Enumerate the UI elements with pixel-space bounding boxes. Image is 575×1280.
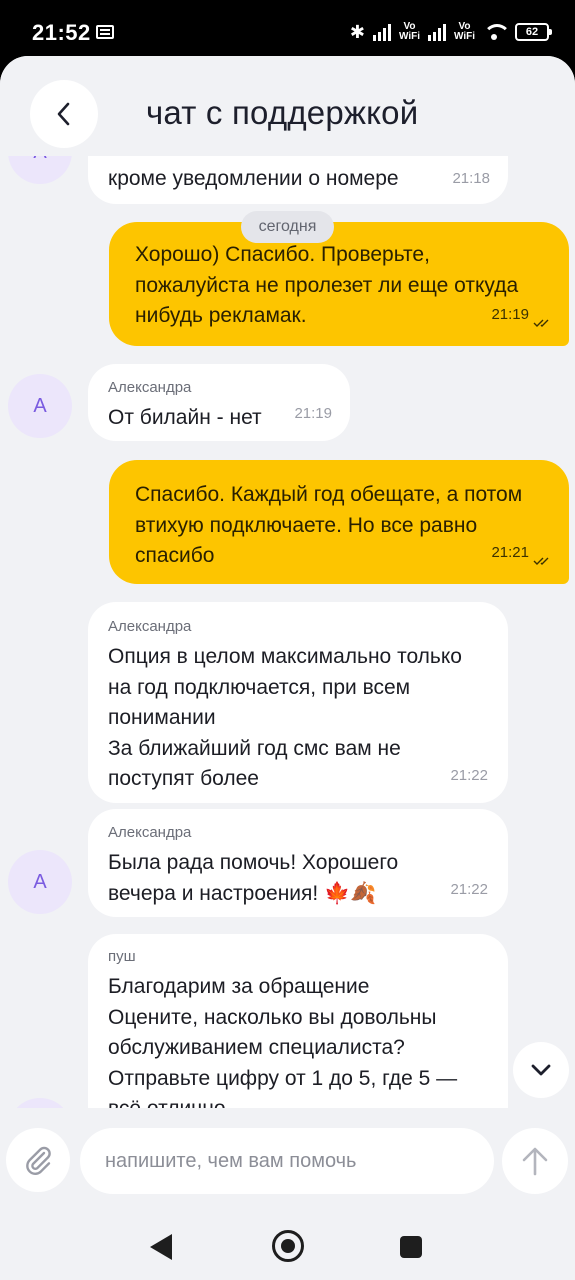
system-nav-bar — [0, 1206, 575, 1280]
page-title: чат с поддержкой — [146, 94, 419, 131]
send-arrow-icon — [522, 1147, 548, 1176]
signal-icon — [372, 23, 391, 41]
nav-home-icon[interactable] — [272, 1230, 304, 1262]
status-time: 21:52 — [32, 20, 91, 45]
message-time: 21:18 — [452, 169, 490, 187]
signal-icon-2 — [427, 23, 446, 41]
read-ticks-icon — [533, 319, 549, 327]
message-notification-icon — [96, 25, 114, 39]
message-incoming: Александра Опция в целом максимально тол… — [88, 602, 508, 803]
vowifi-label-1: Vo WiFi — [398, 21, 420, 42]
chat-screen: чат с поддержкой А кроме уведомлении о н… — [0, 56, 575, 1280]
message-input[interactable] — [80, 1128, 494, 1194]
avatar: А — [8, 1098, 72, 1108]
vowifi-label-2: Vo WiFi — [453, 21, 475, 42]
wifi-icon — [483, 22, 511, 42]
message-sender: Александра — [108, 618, 192, 635]
back-button[interactable] — [30, 80, 98, 148]
bluetooth-icon: ✱ — [349, 21, 365, 42]
message-text: Благодарим за обращение Оцените, насколь… — [108, 975, 458, 1108]
message-time: 21:22 — [450, 880, 488, 898]
scroll-down-button[interactable] — [513, 1042, 569, 1098]
read-ticks-icon — [533, 557, 549, 565]
battery-icon: 62 — [515, 23, 552, 41]
nav-recents-icon[interactable] — [400, 1236, 422, 1258]
avatar: А — [8, 374, 72, 438]
nav-back-icon[interactable] — [150, 1234, 172, 1260]
message-time: 21:19 — [491, 305, 529, 323]
message-incoming: Александра От билайн - нет 21:19 — [88, 364, 350, 441]
back-arrow-icon — [57, 102, 70, 126]
message-outgoing: Спасибо. Каждый год обещате, а потом вти… — [109, 460, 569, 584]
avatar: А — [8, 850, 72, 914]
message-text: кроме уведомлении о номере — [108, 167, 399, 190]
message-outgoing: Хорошо) Спасибо. Проверьте, пожалуйста н… — [109, 222, 569, 346]
send-button[interactable] — [502, 1128, 568, 1194]
message-time: 21:22 — [450, 766, 488, 784]
paperclip-icon — [26, 1146, 51, 1175]
status-bar: 21:52 ✱ Vo WiFi Vo WiFi 62 — [0, 0, 575, 62]
chevron-down-icon — [531, 1064, 551, 1076]
date-divider: сегодня — [241, 211, 334, 243]
message-time: 21:19 — [294, 404, 332, 422]
message-sender: пуш — [108, 948, 136, 965]
message-list[interactable]: А кроме уведомлении о номере 21:18 Хорош… — [0, 156, 575, 1108]
message-incoming: Александра Была рада помочь! Хорошего ве… — [88, 809, 508, 917]
message-incoming: кроме уведомлении о номере 21:18 — [88, 156, 508, 204]
message-incoming: пуш Благодарим за обращение Оцените, нас… — [88, 934, 508, 1108]
avatar: А — [8, 156, 72, 184]
message-sender: Александра — [108, 824, 192, 841]
attach-button[interactable] — [6, 1128, 70, 1192]
message-text: Опция в целом максимально только на год … — [108, 645, 462, 790]
message-sender: Александра — [108, 379, 192, 396]
message-text: Была рада помочь! Хорошего вечера и наст… — [108, 851, 399, 905]
status-icons: ✱ Vo WiFi Vo WiFi 62 — [349, 18, 552, 46]
chat-header: чат с поддержкой — [0, 56, 575, 156]
message-time: 21:21 — [491, 543, 529, 561]
